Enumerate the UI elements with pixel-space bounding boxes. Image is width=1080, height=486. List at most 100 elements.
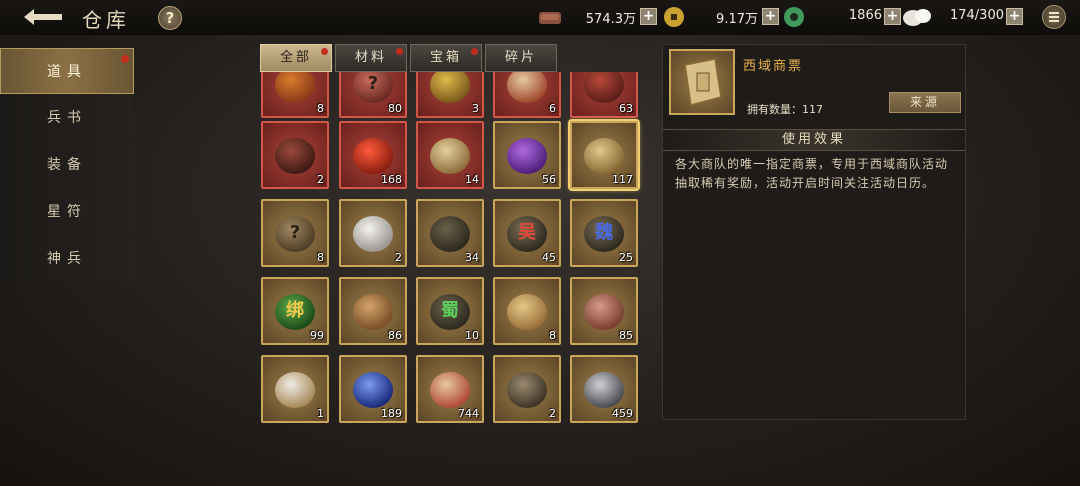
tab-materials[interactable]: 材料 <box>335 44 407 72</box>
inventory-item[interactable]: 2 <box>493 355 561 423</box>
item-quantity: 拥有数量：117 <box>747 103 823 116</box>
sidebar-item-star-talisman[interactable]: 星符 <box>0 189 134 235</box>
inventory-item[interactable]: 2 <box>339 199 407 267</box>
item-count: 99 <box>310 329 324 342</box>
inventory-item[interactable]: 魏 25 <box>570 199 638 267</box>
inventory-item[interactable]: 1 <box>261 355 329 423</box>
item-count: 6 <box>549 102 556 115</box>
inventory-item[interactable]: 459 <box>570 355 638 423</box>
resource-value: 574.3万 <box>585 12 636 27</box>
mooncake-icon <box>353 294 393 330</box>
gold-ingot-icon <box>430 72 470 103</box>
inventory-item[interactable]: ? 80 <box>339 72 407 118</box>
merchant-ticket-icon <box>669 49 735 115</box>
inventory-item[interactable]: 744 <box>416 355 484 423</box>
hammer-icon <box>507 372 547 408</box>
item-count: 117 <box>612 173 633 186</box>
item-count: 34 <box>465 251 479 264</box>
red-orb-icon <box>353 138 393 174</box>
item-count: 56 <box>542 173 556 186</box>
inventory-item[interactable]: 168 <box>339 121 407 189</box>
item-name: 西域商票 <box>743 59 804 74</box>
sidebar-item-label: 兵书 <box>47 110 87 126</box>
add-jade-button[interactable]: + <box>884 8 901 25</box>
item-count: 85 <box>619 329 633 342</box>
list-icon <box>1049 12 1059 22</box>
tab-fragments[interactable]: 碎片 <box>485 44 557 72</box>
inventory-item[interactable]: 6 <box>493 72 561 118</box>
inventory-item[interactable]: ? 8 <box>261 199 329 267</box>
resource-value: 1866 <box>848 8 882 23</box>
iron-ingot-icon <box>584 372 624 408</box>
item-count: 189 <box>381 407 402 420</box>
steamed-bun-icon <box>275 372 315 408</box>
inventory-item[interactable]: 吴 45 <box>493 199 561 267</box>
inventory-item[interactable]: 蜀 10 <box>416 277 484 345</box>
resource-silk: 174/300 + <box>902 6 1024 28</box>
gold-coin-icon <box>664 7 684 27</box>
inventory-item[interactable]: 85 <box>570 277 638 345</box>
inventory-item[interactable]: 3 <box>416 72 484 118</box>
jade-icon <box>784 7 804 27</box>
sidebar-item-label: 装备 <box>47 157 87 173</box>
item-count: 744 <box>458 407 479 420</box>
source-button[interactable]: 来源 <box>889 92 961 113</box>
resource-jade: 1866 + <box>782 6 902 28</box>
resource-gold: 9.17万 + <box>662 6 780 28</box>
map-scroll-icon <box>507 294 547 330</box>
tab-label: 全部 <box>279 50 312 65</box>
effect-header: 使用效果 <box>663 129 965 151</box>
back-arrow-icon[interactable] <box>20 5 66 29</box>
silk-icon <box>903 9 931 26</box>
blue-orb-icon <box>353 372 393 408</box>
inventory-item[interactable]: 绑 99 <box>261 277 329 345</box>
sidebar-item-books[interactable]: 兵书 <box>0 95 134 141</box>
inventory-item[interactable]: 86 <box>339 277 407 345</box>
menu-button[interactable] <box>1042 5 1066 29</box>
inventory-item[interactable]: 56 <box>493 121 561 189</box>
item-count: 3 <box>472 102 479 115</box>
inventory-item[interactable]: 63 <box>570 72 638 118</box>
item-count: 1 <box>317 407 324 420</box>
add-gold-button[interactable]: + <box>762 8 779 25</box>
tab-label: 宝箱 <box>429 50 462 65</box>
item-count: 14 <box>465 173 479 186</box>
add-copper-button[interactable]: + <box>640 8 657 25</box>
sidebar-item-equipment[interactable]: 装备 <box>0 142 134 188</box>
item-count: 45 <box>542 251 556 264</box>
notification-dot <box>321 48 328 55</box>
item-count: 168 <box>381 173 402 186</box>
resource-copper: 574.3万 + <box>538 6 660 28</box>
help-button[interactable]: ? <box>158 6 182 30</box>
resource-value: 174/300 <box>949 8 1004 23</box>
sidebar-item-label: 星符 <box>47 204 87 220</box>
scroll-icon <box>430 138 470 174</box>
inventory-item[interactable]: 117 <box>570 121 638 189</box>
inventory-item[interactable]: 8 <box>261 72 329 118</box>
item-count: 8 <box>317 251 324 264</box>
resource-value: 9.17万 <box>716 12 758 27</box>
sidebar-item-props[interactable]: 道具 <box>0 48 134 94</box>
tab-label: 材料 <box>354 50 387 65</box>
merchant-ticket-icon <box>584 138 624 174</box>
notification-dot <box>396 48 403 55</box>
item-count: 10 <box>465 329 479 342</box>
add-silk-button[interactable]: + <box>1006 8 1023 25</box>
item-count: 80 <box>388 102 402 115</box>
inventory-item[interactable]: 34 <box>416 199 484 267</box>
jewel-plate-icon <box>507 72 547 103</box>
gift-book-icon <box>430 372 470 408</box>
treasure-chest-icon <box>275 138 315 174</box>
inventory-item[interactable]: 189 <box>339 355 407 423</box>
inventory-item[interactable]: 2 <box>261 121 329 189</box>
item-count: 2 <box>395 251 402 264</box>
inventory-item[interactable]: 8 <box>493 277 561 345</box>
tab-all[interactable]: 全部 <box>260 44 332 72</box>
sidebar-item-divine-weapon[interactable]: 神兵 <box>0 236 134 282</box>
item-count: 8 <box>317 102 324 115</box>
tab-chests[interactable]: 宝箱 <box>410 44 482 72</box>
sidebar-item-label: 道具 <box>47 64 87 80</box>
inventory-item[interactable]: 14 <box>416 121 484 189</box>
item-count: 8 <box>549 329 556 342</box>
top-bar: 仓库 ? 574.3万 + 9.17万 + 1866 + 174/300 + <box>0 0 1080 35</box>
